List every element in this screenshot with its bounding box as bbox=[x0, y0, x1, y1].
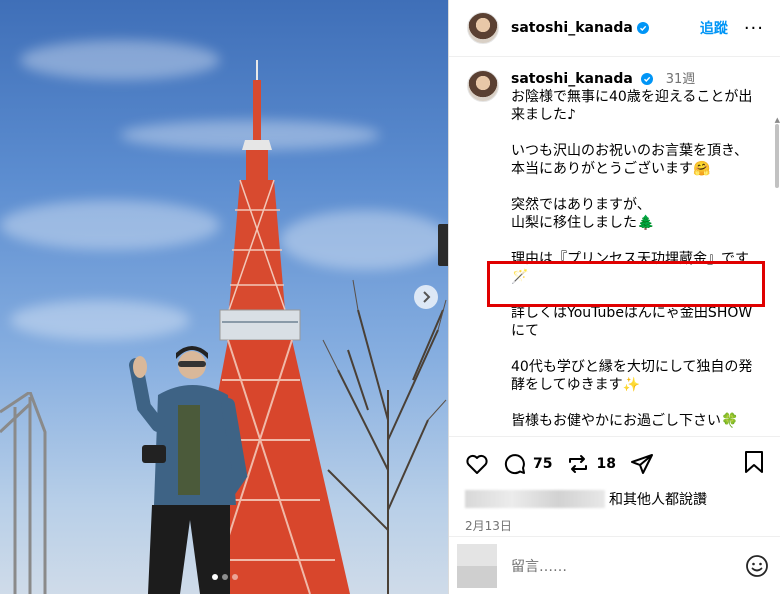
caption-paragraph-highlighted: 理由は『プリンセス天功埋蔵金』です🪄 bbox=[511, 251, 749, 285]
carousel-dot bbox=[222, 574, 228, 580]
caption-username[interactable]: satoshi_kanada bbox=[511, 71, 633, 87]
avatar[interactable] bbox=[467, 12, 499, 44]
post-photo[interactable] bbox=[0, 0, 448, 594]
caption-text: お陰様で無事に40歳を迎えることが出来ました♪ いつも沢山のお祝いのお言葉を頂き… bbox=[511, 88, 756, 430]
blurred-liker-names bbox=[465, 490, 605, 508]
share-button[interactable] bbox=[630, 452, 654, 476]
post-header: satoshi_kanada 追蹤 ··· bbox=[449, 0, 780, 57]
repost-icon bbox=[569, 455, 588, 473]
repost-button[interactable]: 18 bbox=[566, 452, 616, 476]
comment-composer: 留言…… bbox=[449, 536, 780, 594]
caption-paragraph: いつも沢山のお祝いのお言葉を頂き、 本当にありがとうございます🤗 bbox=[511, 143, 749, 177]
blurred-user-avatar bbox=[457, 543, 497, 588]
post-side-panel: satoshi_kanada 追蹤 ··· satoshi_kanada 31週… bbox=[448, 0, 780, 594]
bare-trees-image bbox=[322, 279, 447, 594]
caption-paragraph: 皆様もお健やかにお過ごし下さい🍀 bbox=[511, 413, 739, 429]
likes-text: 和其他人都說讚 bbox=[609, 492, 707, 508]
like-button[interactable] bbox=[465, 452, 489, 476]
comment-input[interactable]: 留言…… bbox=[511, 556, 745, 576]
post-actions: 75 18 和其他人都說讚 2月13日 bbox=[449, 436, 780, 534]
time-ago: 31週 bbox=[665, 72, 696, 87]
caption-meta: satoshi_kanada 31週 bbox=[511, 70, 695, 89]
heart-icon bbox=[466, 454, 488, 474]
railing-image bbox=[0, 392, 47, 594]
comment-button[interactable]: 75 bbox=[503, 452, 552, 476]
side-tab bbox=[438, 224, 448, 266]
comments-count: 75 bbox=[533, 456, 553, 472]
caption-paragraph: 40代も学びと縁を大切にして独自の発酵をしてゆきます✨ bbox=[511, 359, 753, 393]
header-username[interactable]: satoshi_kanada bbox=[511, 20, 633, 36]
caption-paragraph: 詳しくはYouTubeはんにゃ金田SHOWにて bbox=[511, 305, 753, 339]
cloud bbox=[20, 40, 220, 80]
follow-button[interactable]: 追蹤 bbox=[700, 18, 728, 38]
carousel-dots bbox=[212, 574, 238, 580]
comment-icon bbox=[504, 454, 525, 475]
verified-badge-icon bbox=[641, 73, 654, 85]
likes-summary[interactable]: 和其他人都說讚 bbox=[465, 489, 765, 509]
caption-paragraph: お陰様で無事に40歳を迎えることが出来ました♪ bbox=[511, 89, 753, 123]
post-date[interactable]: 2月13日 bbox=[465, 517, 765, 534]
carousel-dot-active bbox=[212, 574, 218, 580]
save-button[interactable] bbox=[743, 450, 765, 478]
next-arrow-icon bbox=[423, 291, 431, 303]
next-image-button[interactable] bbox=[414, 285, 438, 309]
caption-scroll-area[interactable]: satoshi_kanada 31週 お陰様で無事に40歳を迎えることが出来まし… bbox=[449, 58, 780, 436]
caption-avatar[interactable] bbox=[467, 70, 499, 102]
cloud bbox=[0, 200, 220, 250]
person-image bbox=[129, 346, 248, 594]
caption-scrollbar[interactable] bbox=[775, 124, 779, 188]
share-icon bbox=[630, 454, 653, 474]
verified-badge-icon bbox=[636, 22, 649, 34]
carousel-dot bbox=[232, 574, 238, 580]
scroll-up-arrow-icon[interactable]: ▲ bbox=[775, 116, 780, 124]
action-bar: 75 18 bbox=[465, 449, 765, 479]
cloud bbox=[10, 300, 190, 340]
emoji-icon[interactable] bbox=[745, 554, 769, 578]
more-options-button[interactable]: ··· bbox=[744, 18, 764, 39]
bookmark-icon bbox=[745, 451, 763, 473]
reposts-count: 18 bbox=[596, 456, 616, 472]
caption-paragraph: 突然ではありますが、 山梨に移住しました🌲 bbox=[511, 197, 655, 231]
